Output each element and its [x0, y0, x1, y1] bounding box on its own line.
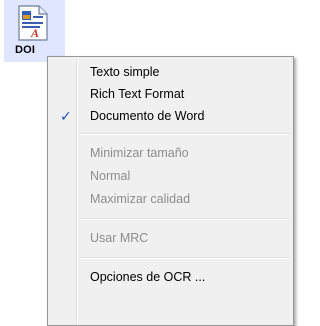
- menu-item-label: Rich Text Format: [90, 87, 185, 101]
- menu-item-label: Usar MRC: [90, 231, 149, 245]
- menu-separator: [80, 218, 289, 220]
- checkmark-icon: ✓: [60, 108, 72, 124]
- menu-item-label: Opciones de OCR ...: [90, 270, 206, 284]
- menu-item-rich-text-format[interactable]: Rich Text Format: [50, 83, 291, 105]
- menu-item-maximizar-calidad: Maximizar calidad: [50, 188, 291, 210]
- context-menu: Texto simple Rich Text Format ✓ Document…: [47, 56, 294, 326]
- file-label: DOI: [15, 44, 36, 56]
- menu-separator: [80, 257, 289, 259]
- menu-separator: [80, 133, 289, 135]
- menu-item-opciones-de-ocr[interactable]: Opciones de OCR ...: [50, 266, 291, 288]
- svg-text:A: A: [30, 26, 39, 40]
- word-document-icon: A: [18, 5, 48, 41]
- menu-item-normal: Normal: [50, 165, 291, 187]
- menu-item-label: Minimizar tamaño: [90, 146, 189, 160]
- menu-item-label: Documento de Word: [90, 109, 205, 123]
- menu-item-label: Texto simple: [90, 65, 160, 79]
- menu-item-minimizar-tamano: Minimizar tamaño: [50, 142, 291, 164]
- menu-item-texto-simple[interactable]: Texto simple: [50, 61, 291, 83]
- menu-item-label: Maximizar calidad: [90, 192, 191, 206]
- menu-item-label: Normal: [90, 169, 131, 183]
- menu-item-documento-de-word[interactable]: ✓ Documento de Word: [50, 105, 291, 127]
- menu-item-usar-mrc: Usar MRC: [50, 227, 291, 249]
